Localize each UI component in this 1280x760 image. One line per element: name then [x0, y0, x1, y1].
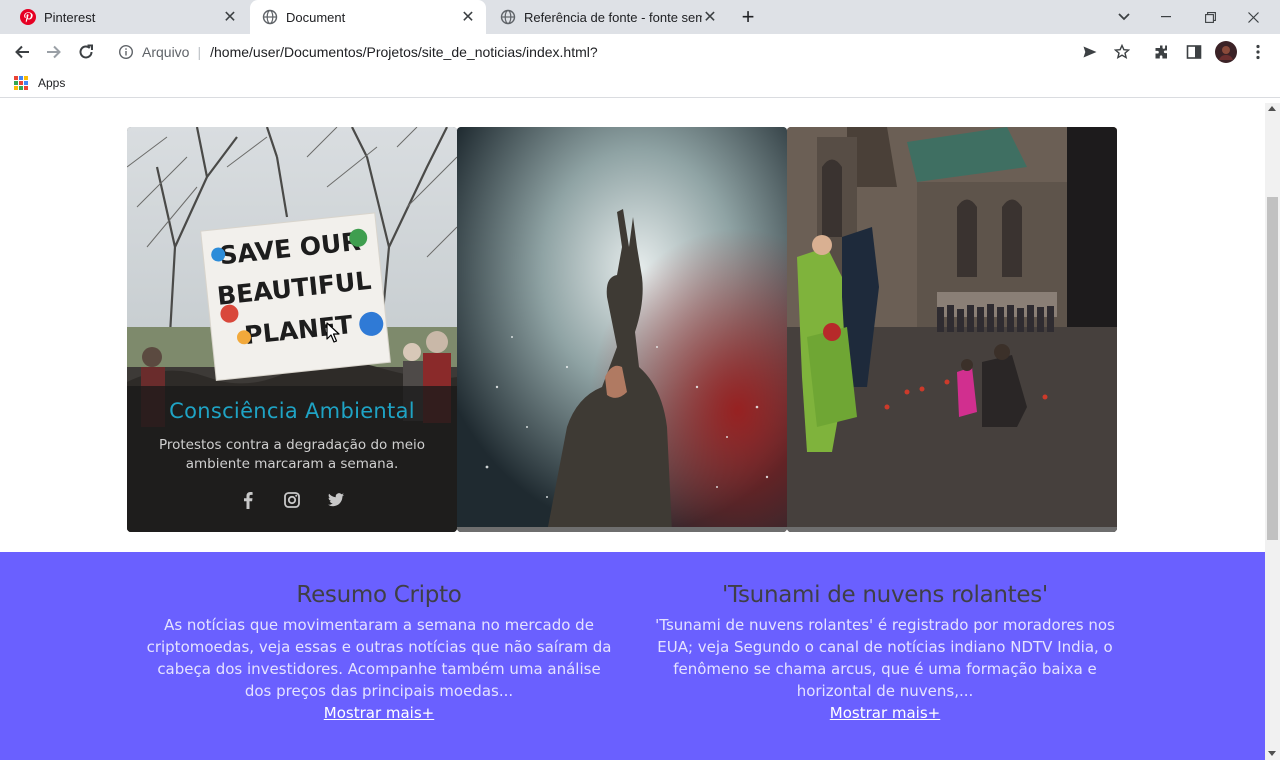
- tab-pinterest[interactable]: Pinterest ✕: [8, 0, 248, 34]
- show-more-link[interactable]: Mostrar mais+: [324, 702, 434, 724]
- news-item-tsunami: 'Tsunami de nuvens rolantes' 'Tsunami de…: [650, 582, 1120, 724]
- browser-window: Pinterest ✕ Document ✕ Referência de fon…: [0, 0, 1280, 760]
- info-icon[interactable]: [118, 44, 134, 60]
- vigil-church-photo: [787, 127, 1117, 532]
- tab-strip: Pinterest ✕ Document ✕ Referência de fon…: [0, 0, 1280, 34]
- tab-title: Document: [286, 9, 346, 25]
- instagram-icon[interactable]: [283, 491, 301, 509]
- scroll-up-icon[interactable]: [1268, 106, 1276, 111]
- news-card-ambiental[interactable]: SAVE OUR BEAUTIFUL PLANET Consciência Am…: [127, 127, 457, 532]
- tab-search-icon[interactable]: [1102, 0, 1146, 34]
- news-text: 'Tsunami de nuvens rolantes' é registrad…: [655, 616, 1115, 700]
- close-tab-icon[interactable]: ✕: [702, 9, 718, 26]
- globe-icon: [262, 9, 278, 25]
- minimize-icon[interactable]: [1144, 0, 1188, 34]
- page-scrollbar[interactable]: [1265, 103, 1280, 760]
- tab-document[interactable]: Document ✕: [250, 0, 486, 34]
- tab-referencia-fonte[interactable]: Referência de fonte - fonte sem r ✕: [488, 0, 728, 34]
- news-title: Resumo Cripto: [296, 582, 462, 608]
- card-bottom-bar: [457, 527, 787, 532]
- close-window-icon[interactable]: [1231, 0, 1275, 34]
- profile-avatar[interactable]: [1212, 38, 1240, 66]
- new-tab-icon[interactable]: +: [736, 4, 760, 29]
- address-url[interactable]: /home/user/Documentos/Projetos/site_de_n…: [210, 44, 598, 60]
- address-divider: |: [197, 44, 202, 60]
- card-bottom-bar: [787, 527, 1117, 532]
- scroll-down-icon[interactable]: [1268, 751, 1276, 756]
- news-title: 'Tsunami de nuvens rolantes': [722, 582, 1048, 608]
- forward-icon[interactable]: [40, 38, 68, 66]
- back-icon[interactable]: [8, 38, 36, 66]
- send-icon[interactable]: [1076, 38, 1104, 66]
- news-item-cripto: Resumo Cripto As notícias que movimentar…: [144, 582, 614, 724]
- menu-icon[interactable]: [1244, 38, 1272, 66]
- close-tab-icon[interactable]: ✕: [460, 9, 476, 26]
- card-title: Consciência Ambiental: [169, 399, 415, 423]
- address-bar[interactable]: Arquivo | /home/user/Documentos/Projetos…: [108, 36, 1140, 68]
- extensions-icon[interactable]: [1148, 38, 1176, 66]
- globe-icon: [500, 9, 516, 25]
- tab-title: Pinterest: [44, 9, 96, 25]
- page-viewport: SAVE OUR BEAUTIFUL PLANET Consciência Am…: [0, 103, 1265, 760]
- apps-label: Apps: [38, 76, 66, 90]
- bookmarks-bar: Apps: [0, 70, 1280, 98]
- card-description: Protestos contra a degradação do meio am…: [158, 437, 426, 472]
- apps-grid-icon: [14, 76, 28, 90]
- smoke-concert-photo: [457, 127, 787, 532]
- restore-icon[interactable]: [1188, 0, 1232, 34]
- social-links: [127, 491, 457, 509]
- address-scheme-label: Arquivo: [142, 44, 190, 60]
- card-caption-overlay: Consciência Ambiental Protestos contra a…: [127, 386, 457, 532]
- apps-shortcut[interactable]: Apps: [14, 76, 65, 90]
- bookmark-star-icon[interactable]: [1108, 38, 1136, 66]
- news-section: Resumo Cripto As notícias que movimentar…: [0, 552, 1265, 760]
- news-card-fumaca[interactable]: [457, 127, 787, 532]
- show-more-link[interactable]: Mostrar mais+: [830, 702, 940, 724]
- news-card-vigilia[interactable]: [787, 127, 1117, 532]
- tab-title: Referência de fonte - fonte sem r: [524, 9, 702, 25]
- pinterest-icon: [20, 9, 36, 25]
- scrollbar-thumb[interactable]: [1267, 197, 1278, 540]
- twitter-icon[interactable]: [327, 491, 345, 509]
- news-text: As notícias que movimentaram a semana no…: [146, 616, 612, 700]
- facebook-icon[interactable]: [239, 491, 257, 509]
- browser-toolbar: Arquivo | /home/user/Documentos/Projetos…: [0, 34, 1280, 70]
- side-panel-icon[interactable]: [1180, 38, 1208, 66]
- reload-icon[interactable]: [72, 38, 100, 66]
- close-tab-icon[interactable]: ✕: [222, 9, 238, 26]
- mouse-cursor-icon: [326, 322, 340, 343]
